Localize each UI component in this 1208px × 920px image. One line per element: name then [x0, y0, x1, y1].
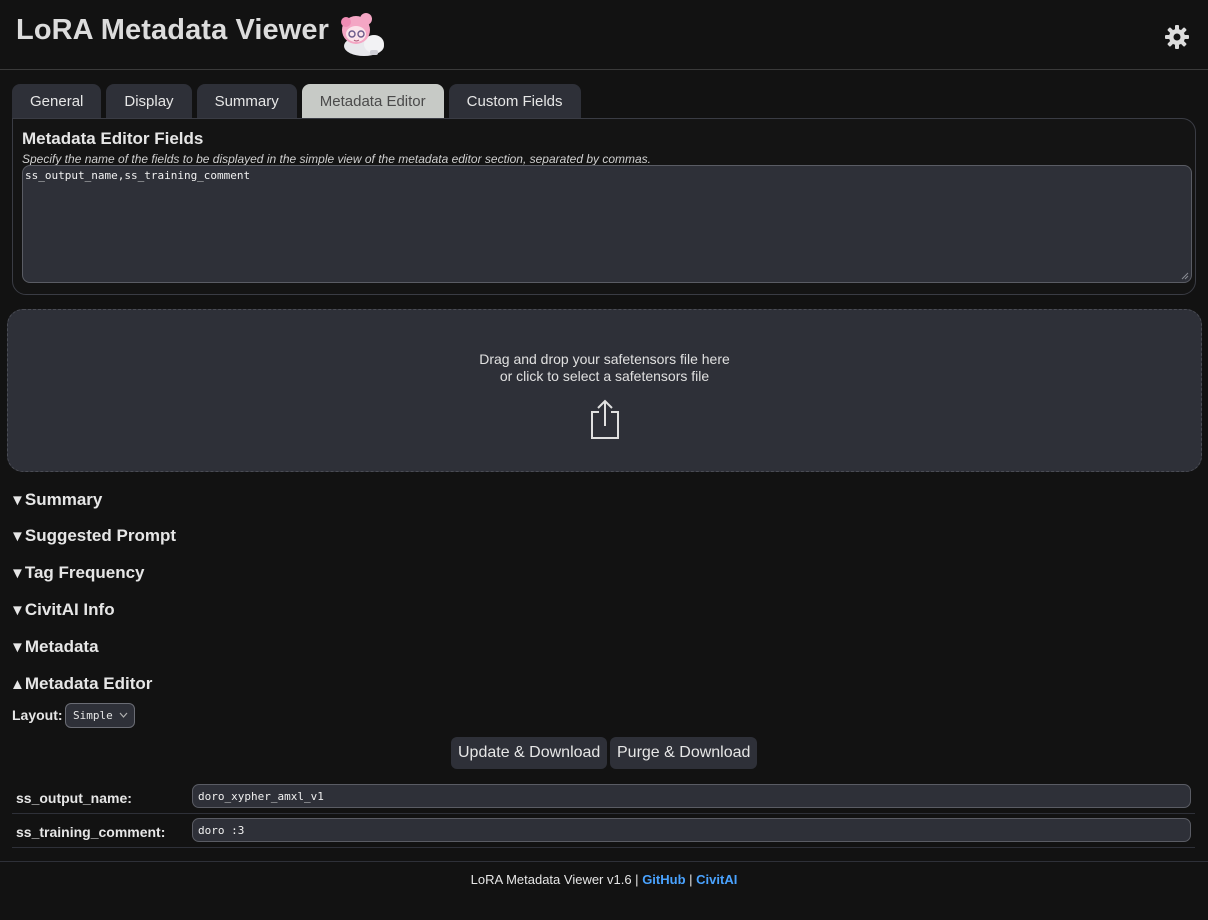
field-label: ss_training_comment: [16, 824, 166, 840]
expand-arrow-icon: ▼ [10, 602, 25, 619]
ss-training-comment-input[interactable] [192, 818, 1191, 842]
github-link[interactable]: GitHub [642, 872, 685, 887]
layout-select-value: Simple [73, 709, 113, 722]
section-summary[interactable]: ▼Summary [10, 490, 102, 510]
footer-separator: | [689, 872, 693, 887]
footer-text: LoRA Metadata Viewer v1.6 | [470, 872, 639, 887]
section-label: Summary [24, 490, 103, 509]
section-label: CivitAI Info [24, 600, 115, 619]
settings-tabs: General Display Summary Metadata Editor … [12, 84, 581, 118]
section-label: Metadata [24, 637, 99, 656]
section-label: Suggested Prompt [24, 526, 176, 545]
metadata-editor-fields-textarea[interactable]: ss_output_name,ss_training_comment [22, 165, 1192, 283]
section-label: Tag Frequency [24, 563, 145, 582]
layout-label: Layout: [12, 707, 63, 723]
section-metadata[interactable]: ▼Metadata [10, 637, 99, 657]
section-metadata-editor[interactable]: ▲Metadata Editor [10, 674, 152, 694]
tab-display[interactable]: Display [106, 84, 192, 118]
field-label: ss_output_name: [16, 790, 132, 806]
expand-arrow-icon: ▼ [10, 565, 25, 582]
panel-description: Specify the name of the fields to be dis… [22, 152, 652, 166]
expand-arrow-icon: ▼ [10, 639, 25, 656]
expand-arrow-icon: ▼ [10, 528, 25, 545]
tab-metadata-editor[interactable]: Metadata Editor [301, 84, 444, 118]
gear-icon[interactable] [1164, 24, 1190, 50]
table-row: ss_output_name: [12, 780, 1195, 814]
chevron-down-icon [119, 712, 128, 718]
footer: LoRA Metadata Viewer v1.6 | GitHub | Civ… [0, 861, 1208, 920]
metadata-editor-settings-panel: Metadata Editor Fields Specify the name … [12, 118, 1196, 295]
table-row: ss_training_comment: [12, 814, 1195, 848]
mascot-icon [341, 13, 384, 56]
tab-general[interactable]: General [12, 84, 102, 118]
expand-arrow-icon: ▼ [10, 492, 25, 509]
upload-icon [591, 399, 619, 439]
section-tag-frequency[interactable]: ▼Tag Frequency [10, 563, 145, 583]
tab-custom-fields[interactable]: Custom Fields [448, 84, 581, 118]
purge-download-button[interactable]: Purge & Download [610, 737, 758, 769]
ss-output-name-input[interactable] [192, 784, 1191, 808]
update-download-button[interactable]: Update & Download [451, 737, 608, 769]
layout-select[interactable]: Simple [65, 703, 135, 728]
panel-title: Metadata Editor Fields [22, 129, 204, 148]
section-suggested-prompt[interactable]: ▼Suggested Prompt [10, 526, 176, 546]
collapse-arrow-icon: ▲ [10, 676, 25, 693]
dropzone-text-line2: or click to select a safetensors file [499, 368, 710, 384]
app-title: LoRA Metadata Viewer [16, 14, 330, 46]
civitai-link[interactable]: CivitAI [696, 872, 737, 887]
tab-summary[interactable]: Summary [196, 84, 297, 118]
app-header: LoRA Metadata Viewer [0, 0, 1208, 70]
file-dropzone[interactable]: Drag and drop your safetensors file here… [7, 309, 1202, 472]
section-civitai-info[interactable]: ▼CivitAI Info [10, 600, 115, 620]
dropzone-text-line1: Drag and drop your safetensors file here [479, 351, 730, 367]
section-label: Metadata Editor [24, 674, 153, 693]
